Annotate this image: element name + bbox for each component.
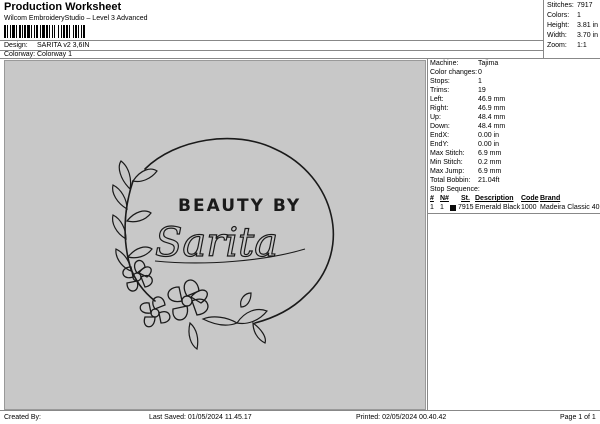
row-description: Emerald Black bbox=[475, 204, 521, 211]
page-number: Page 1 of 1 bbox=[560, 414, 596, 421]
production-worksheet: Production Worksheet Wilcom EmbroiderySt… bbox=[0, 0, 600, 424]
created-by: Created By: bbox=[4, 414, 41, 421]
height-label: Height: bbox=[547, 22, 570, 29]
info-label: EndX: bbox=[430, 132, 450, 139]
stop-sequence-label: Stop Sequence: bbox=[430, 186, 480, 193]
width-label: Width: bbox=[547, 32, 567, 39]
info-label: Machine: bbox=[430, 60, 459, 67]
colorway-label: Colorway: bbox=[4, 51, 36, 58]
row-brand: Madeira Classic 40 bbox=[540, 204, 600, 211]
divider bbox=[0, 40, 543, 41]
barcode bbox=[4, 25, 124, 38]
info-label: Max Jump: bbox=[430, 168, 465, 175]
info-label: EndY: bbox=[430, 141, 449, 148]
info-value: 6.9 mm bbox=[478, 168, 502, 175]
col-stitches: St. bbox=[461, 195, 470, 202]
info-label: Down: bbox=[430, 123, 450, 130]
embroidery-design: BEAUTY BY Sarita bbox=[111, 137, 335, 350]
software-subtitle: Wilcom EmbroideryStudio – Level 3 Advanc… bbox=[4, 15, 148, 22]
info-value: 48.4 mm bbox=[478, 114, 506, 121]
info-value: Tajima bbox=[478, 60, 499, 67]
design-value: SARITA v2 3,6IN bbox=[37, 42, 90, 49]
worksheet-title: Production Worksheet bbox=[4, 1, 122, 13]
info-label: Stops: bbox=[430, 78, 450, 85]
colors-value: 1 bbox=[577, 12, 581, 19]
info-value: 19 bbox=[478, 87, 486, 94]
width-value: 3.70 in bbox=[577, 32, 599, 39]
info-label: Right: bbox=[430, 105, 449, 112]
info-value: 46.9 mm bbox=[478, 96, 506, 103]
stitches-value: 7917 bbox=[577, 2, 593, 9]
color-swatch bbox=[450, 205, 456, 211]
height-value: 3.81 in bbox=[577, 22, 599, 29]
barcode-bar bbox=[83, 25, 85, 38]
footer: Created By: Last Saved: 01/05/2024 11.45… bbox=[0, 410, 600, 424]
info-value: 0.00 in bbox=[478, 141, 500, 148]
info-label: Trims: bbox=[430, 87, 450, 94]
info-value: 0 bbox=[478, 69, 482, 76]
info-label: Color changes: bbox=[430, 69, 478, 76]
divider bbox=[428, 213, 600, 214]
zoom-value: 1:1 bbox=[577, 42, 587, 49]
col-description: Description bbox=[475, 195, 514, 202]
row-code: 1000 bbox=[521, 204, 537, 211]
colors-label: Colors: bbox=[547, 12, 570, 19]
stats-panel: Stitches: 7917 Colors: 1 Height: 3.81 in… bbox=[543, 0, 600, 58]
info-value: 1 bbox=[478, 78, 482, 85]
col-code: Code bbox=[521, 195, 539, 202]
info-label: Max Stitch: bbox=[430, 150, 465, 157]
info-value: 0.00 in bbox=[478, 132, 500, 139]
info-label: Total Bobbin: bbox=[430, 177, 471, 184]
info-panel: Machine: Tajima Color changes: 0 Stops: … bbox=[427, 58, 600, 410]
col-num: # bbox=[430, 195, 434, 202]
info-value: 6.9 mm bbox=[478, 150, 502, 157]
col-brand: Brand bbox=[540, 195, 561, 202]
info-value: 0.2 mm bbox=[478, 159, 502, 166]
flower-large bbox=[167, 279, 209, 321]
last-saved: Last Saved: 01/05/2024 11.45.17 bbox=[149, 414, 252, 421]
flower-small bbox=[122, 259, 153, 292]
zoom-label: Zoom: bbox=[547, 42, 567, 49]
info-label: Min Stitch: bbox=[430, 159, 463, 166]
lower-leaves bbox=[188, 292, 268, 350]
info-label: Up: bbox=[430, 114, 441, 121]
vine-leaves bbox=[111, 160, 158, 272]
info-value: 21.04ft bbox=[478, 177, 500, 184]
colorway-value: Colorway 1 bbox=[37, 51, 73, 58]
info-value: 48.4 mm bbox=[478, 123, 506, 130]
design-preview: BEAUTY BY Sarita bbox=[4, 60, 426, 410]
info-label: Left: bbox=[430, 96, 444, 103]
design-label: Design: bbox=[4, 42, 28, 49]
row-stitches: 7915 bbox=[458, 204, 474, 211]
info-value: 46.9 mm bbox=[478, 105, 506, 112]
row-needle: 1 bbox=[440, 204, 444, 211]
row-num: 1 bbox=[430, 204, 434, 211]
divider bbox=[0, 50, 543, 51]
stitches-label: Stitches: bbox=[547, 2, 574, 9]
printed-date: Printed: 02/05/2024 00.40.42 bbox=[356, 414, 447, 421]
col-needle: N# bbox=[440, 195, 449, 202]
text-beauty-by: BEAUTY BY bbox=[178, 196, 301, 216]
